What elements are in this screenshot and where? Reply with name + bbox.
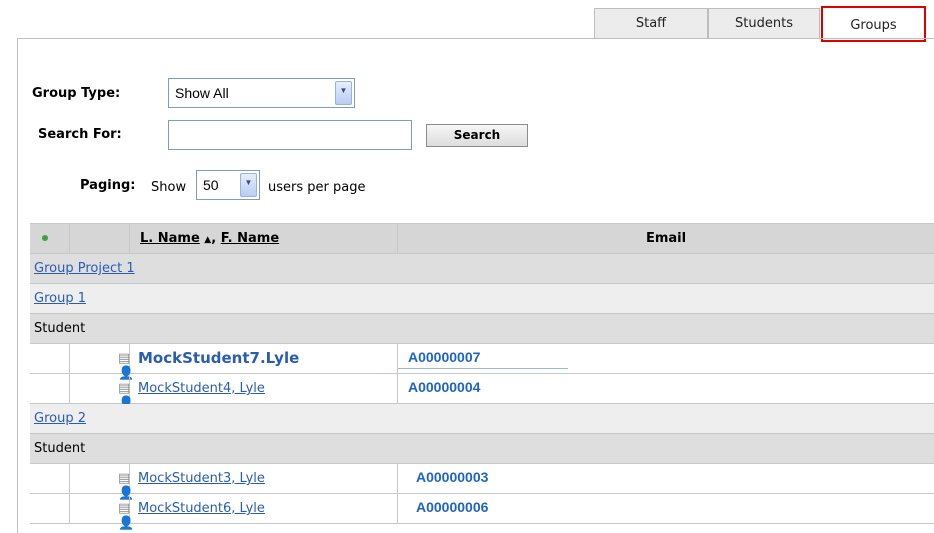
email-underline [398, 368, 568, 369]
sort-first-name-link[interactable]: F. Name [221, 231, 279, 246]
row-status-cell [30, 374, 70, 403]
search-label: Search For: [38, 127, 122, 142]
chevron-down-icon[interactable]: ▼ [335, 81, 352, 105]
table-row: ▤👤 MockStudent7.Lyle A00000007 [30, 344, 934, 381]
role-label: Student [34, 321, 86, 336]
groups-table: L. Name ▲, F. Name Email Group Project 1… [30, 223, 934, 531]
search-button[interactable]: Search [426, 124, 528, 147]
paging-show-text: Show [151, 180, 187, 195]
header-actions-cell [70, 224, 130, 253]
paging-label: Paging: [80, 178, 136, 193]
group-type-select[interactable]: Show All ▼ [168, 78, 355, 108]
search-input[interactable] [168, 120, 412, 150]
row-status-cell [30, 344, 70, 373]
paging-value: 50 [203, 177, 219, 193]
row-name-cell: MockStudent4, Lyle [130, 374, 398, 403]
student-email: A00000006 [416, 499, 489, 515]
student-name-link[interactable]: MockStudent7.Lyle [138, 349, 299, 367]
tab-groups[interactable]: Groups [821, 6, 926, 42]
group-2-link[interactable]: Group 2 [34, 411, 86, 426]
header-name-cell: L. Name ▲, F. Name [130, 224, 398, 253]
row-name-cell: MockStudent6, Lyle [130, 494, 398, 523]
email-column-header: Email [645, 231, 687, 246]
row-email-cell: A00000003 [398, 464, 934, 493]
table-row: ▤👤 MockStudent3, Lyle A00000003 [30, 464, 934, 501]
tab-divider [17, 38, 934, 39]
student-email: A00000003 [416, 469, 489, 485]
row-email-cell: A00000007 [398, 344, 934, 373]
group-row: Group 2 [30, 404, 934, 434]
project-row: Group Project 1 [30, 254, 934, 284]
tab-staff[interactable]: Staff [594, 8, 708, 38]
role-row: Student [30, 434, 934, 464]
group-type-value: Show All [175, 85, 229, 101]
student-email: A00000004 [408, 379, 481, 395]
role-row: Student [30, 314, 934, 344]
panel-border [17, 38, 18, 533]
paging-suffix-text: users per page [268, 180, 366, 195]
group-1-link[interactable]: Group 1 [34, 291, 86, 306]
row-email-cell: A00000004 [398, 374, 934, 403]
header-separator: , [211, 231, 217, 246]
status-dot-icon [42, 235, 48, 241]
student-email: A00000007 [408, 349, 481, 365]
row-actions-cell: ▤👤 [70, 464, 134, 501]
project-link[interactable]: Group Project 1 [34, 261, 135, 276]
table-header: L. Name ▲, F. Name Email [30, 223, 934, 254]
row-name-cell: MockStudent7.Lyle [130, 344, 398, 373]
chevron-down-icon[interactable]: ▼ [240, 173, 257, 197]
role-label: Student [34, 441, 86, 456]
header-email-cell: Email [398, 224, 934, 253]
group-row: Group 1 [30, 284, 934, 314]
row-email-cell: A00000006 [398, 494, 934, 523]
student-name-link[interactable]: MockStudent6, Lyle [138, 501, 265, 516]
row-status-cell [30, 464, 70, 493]
header-status-cell [30, 224, 70, 253]
row-actions-cell: ▤👤 [70, 344, 134, 381]
sort-last-name-link[interactable]: L. Name [140, 231, 200, 246]
student-name-link[interactable]: MockStudent4, Lyle [138, 381, 265, 396]
table-row: ▤👤 MockStudent6, Lyle A00000006 [30, 494, 934, 531]
row-actions-cell: ▤👤 [70, 494, 134, 531]
table-row: ▤👤 MockStudent4, Lyle A00000004 [30, 374, 934, 411]
paging-select[interactable]: 50 ▼ [196, 170, 260, 200]
row-status-cell [30, 494, 70, 523]
tab-students[interactable]: Students [708, 8, 820, 38]
student-name-link[interactable]: MockStudent3, Lyle [138, 471, 265, 486]
row-actions-cell: ▤👤 [70, 374, 134, 411]
row-name-cell: MockStudent3, Lyle [130, 464, 398, 493]
group-type-label: Group Type: [32, 86, 121, 101]
